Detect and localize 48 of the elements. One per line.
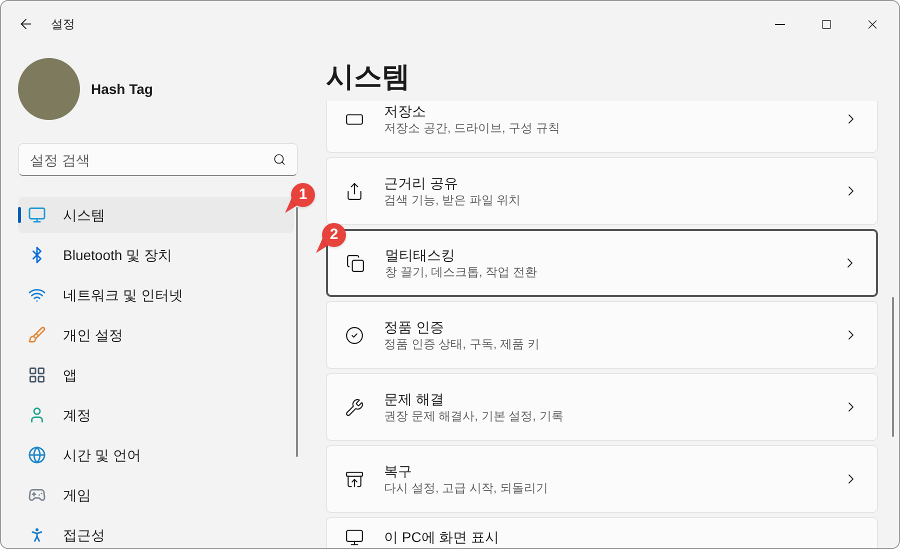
nav-item[interactable]: 접근성	[18, 517, 294, 548]
monitor-icon	[28, 206, 46, 224]
card-title: 복구	[384, 462, 413, 480]
search-field[interactable]: 설정 검색	[18, 143, 298, 176]
nav-item[interactable]: 계정	[18, 397, 294, 433]
card-subtitle: 검색 기능, 받은 파일 위치	[384, 192, 522, 208]
nav-item[interactable]: 시간 및 언어	[18, 437, 294, 473]
apps-icon	[28, 366, 46, 384]
person-icon	[28, 406, 46, 424]
settings-card[interactable]: 근거리 공유 검색 기능, 받은 파일 위치	[326, 157, 878, 225]
settings-card[interactable]: 저장소 저장소 공간, 드라이브, 구성 규칙	[326, 101, 878, 153]
maximize-icon	[820, 18, 832, 30]
gamepad-icon	[28, 486, 46, 504]
card-title: 이 PC에 화면 표시	[384, 528, 500, 546]
nav-item[interactable]: 게임	[18, 477, 294, 513]
windows-icon	[346, 254, 365, 272]
wrench-icon	[345, 398, 364, 416]
card-subtitle: 저장소 공간, 드라이브, 구성 규칙	[384, 120, 562, 136]
brush-icon	[28, 326, 46, 344]
settings-card[interactable]: 정품 인증 정품 인증 상태, 구독, 제품 키	[326, 301, 878, 369]
settings-card[interactable]: 문제 해결 권장 문제 해결사, 기본 설정, 기록	[326, 373, 878, 441]
window-title: 설정	[51, 16, 75, 33]
selection-indicator	[18, 207, 21, 223]
nav-item[interactable]: Bluetooth 및 장치	[18, 237, 294, 273]
card-title: 정품 인증	[384, 318, 445, 336]
nav-item[interactable]: 개인 설정	[18, 317, 294, 353]
card-title: 문제 해결	[384, 390, 445, 408]
card-title: 근거리 공유	[384, 174, 459, 192]
card-subtitle: 권장 문제 해결사, 기본 설정, 기록	[384, 408, 564, 424]
wifi-icon	[28, 286, 46, 304]
search-icon[interactable]	[273, 153, 286, 166]
page-title: 시스템	[326, 60, 411, 94]
card-subtitle: 다시 설정, 고급 시작, 되돌리기	[384, 480, 550, 496]
check-circle-icon	[345, 326, 364, 344]
nav-item[interactable]: 앱	[18, 357, 294, 393]
profile-name: Hash Tag	[91, 80, 153, 99]
settings-card[interactable]: 이 PC에 화면 표시	[326, 517, 878, 548]
nav-item[interactable]: 시스템	[18, 197, 294, 233]
monitor-icon	[345, 528, 364, 547]
globe-icon	[28, 446, 46, 464]
share-icon	[345, 182, 364, 200]
settings-card[interactable]: 복구 다시 설정, 고급 시작, 되돌리기	[326, 445, 878, 513]
card-subtitle: 정품 인증 상태, 구독, 제품 키	[384, 336, 540, 352]
restore-icon	[345, 470, 364, 488]
card-subtitle: 창 끌기, 데스크톱, 작업 전환	[385, 264, 538, 280]
card-title: 멀티태스킹	[385, 246, 456, 264]
card-title: 저장소	[384, 102, 427, 120]
nav-item[interactable]: 네트워크 및 인터넷	[18, 277, 294, 313]
